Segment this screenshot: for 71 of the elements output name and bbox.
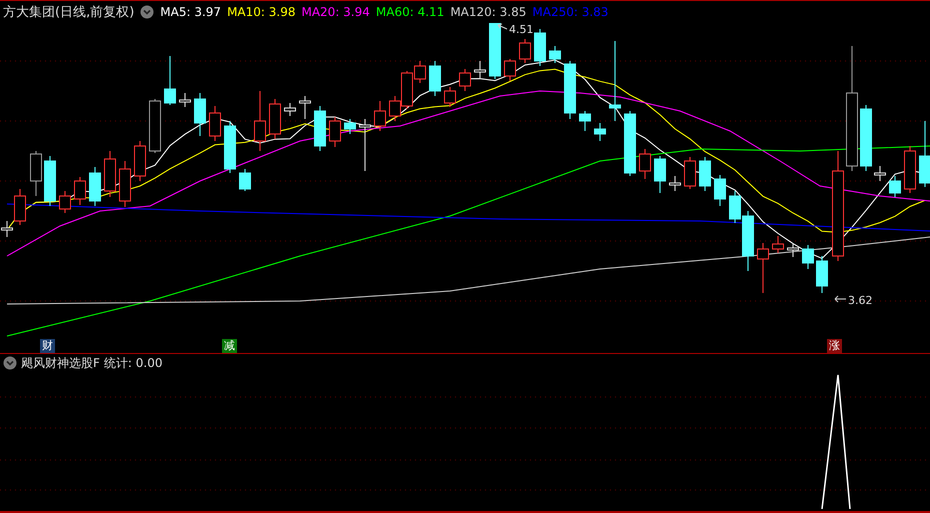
moving-average-value: MA10: 3.98 xyxy=(227,5,296,19)
candlestick xyxy=(772,236,784,254)
candlestick xyxy=(344,118,356,134)
dropdown-icon[interactable] xyxy=(3,356,17,370)
candlestick xyxy=(179,92,191,108)
signal-tag: 减 xyxy=(222,339,237,353)
candlestick xyxy=(579,110,591,132)
indicator-stat: 统计: 0.00 xyxy=(104,354,162,372)
candlestick xyxy=(59,190,71,214)
candlestick xyxy=(74,176,86,206)
candlestick xyxy=(594,122,606,142)
candlestick xyxy=(684,156,696,190)
candlestick xyxy=(194,92,206,136)
candlestick xyxy=(149,98,161,154)
candlestick xyxy=(374,100,386,132)
candlestick xyxy=(239,168,251,192)
leader-line xyxy=(498,24,508,30)
candlestick xyxy=(119,160,131,208)
leader-line xyxy=(834,296,846,302)
candlestick xyxy=(534,28,546,66)
chart-title: 方大集团(日线,前复权) xyxy=(3,4,134,21)
signal-tag: 财 xyxy=(40,339,55,353)
candlestick xyxy=(489,23,501,80)
dropdown-icon[interactable] xyxy=(140,5,154,19)
low-price-label: 3.62 xyxy=(848,294,872,307)
candlestick xyxy=(429,60,441,96)
candlestick xyxy=(224,120,236,174)
candlestick xyxy=(89,166,101,206)
candlestick xyxy=(860,104,872,172)
indicator-title: 飓风财神选股F xyxy=(21,354,100,372)
candlestick xyxy=(519,38,531,64)
candlestick xyxy=(459,68,471,92)
candlestick xyxy=(787,242,799,258)
candlestick xyxy=(299,96,311,120)
candlestick xyxy=(904,146,916,194)
candlestick xyxy=(329,116,341,148)
candlestick xyxy=(44,156,56,206)
candlestick xyxy=(919,120,930,188)
candlestick xyxy=(874,166,886,182)
candlestick xyxy=(254,90,266,152)
moving-average-value: MA20: 3.94 xyxy=(301,5,370,19)
candlestick xyxy=(444,86,456,108)
candlestick xyxy=(134,140,146,182)
candlestick xyxy=(284,102,296,116)
candlestick xyxy=(209,106,221,142)
candlestick xyxy=(104,150,116,198)
signal-tag: 涨 xyxy=(827,339,842,353)
moving-average-value: MA60: 4.11 xyxy=(376,5,444,19)
candlestick xyxy=(30,150,42,196)
high-price-label: 4.51 xyxy=(509,23,534,36)
candlestick xyxy=(164,56,176,106)
candlestick xyxy=(564,60,576,120)
candlestick xyxy=(549,46,561,64)
candlestick xyxy=(816,256,828,294)
candlestick xyxy=(624,110,636,176)
moving-average-value: MA5: 3.97 xyxy=(160,5,222,19)
candlestick xyxy=(314,106,326,152)
candlestick xyxy=(474,60,486,80)
candlestick xyxy=(889,176,901,198)
moving-average-value: MA120: 3.85 xyxy=(450,5,526,19)
candlestick xyxy=(269,98,281,140)
candlestick xyxy=(669,176,681,192)
candlestick xyxy=(714,174,726,206)
candlestick xyxy=(639,148,651,180)
candlestick xyxy=(757,242,769,294)
candlestick xyxy=(802,244,814,270)
candlestick xyxy=(504,58,516,82)
candlestick xyxy=(654,156,666,194)
candlestick xyxy=(359,118,371,172)
candlestick xyxy=(699,156,711,192)
moving-average-value: MA250: 3.83 xyxy=(532,5,608,19)
